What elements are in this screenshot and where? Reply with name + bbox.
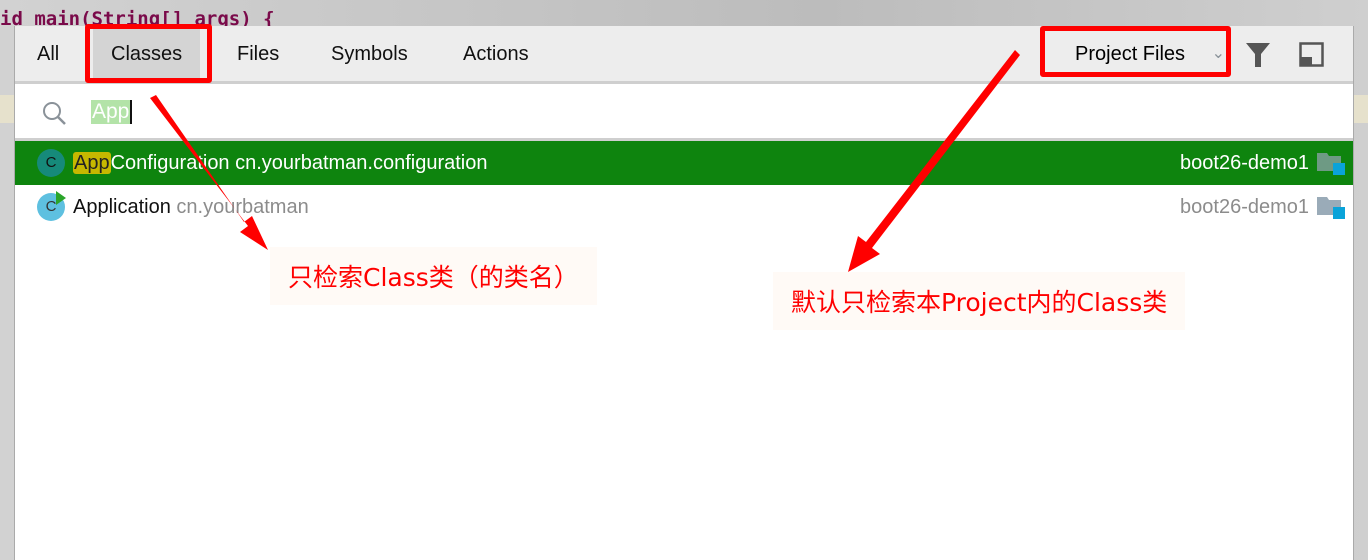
classes-annotation: 只检索Class类（的类名） [270,247,597,305]
arrow-to-classes-note [150,95,268,250]
arrow-to-scope-note [848,50,1020,272]
scope-annotation: 默认只检索本Project内的Class类 [773,272,1186,330]
